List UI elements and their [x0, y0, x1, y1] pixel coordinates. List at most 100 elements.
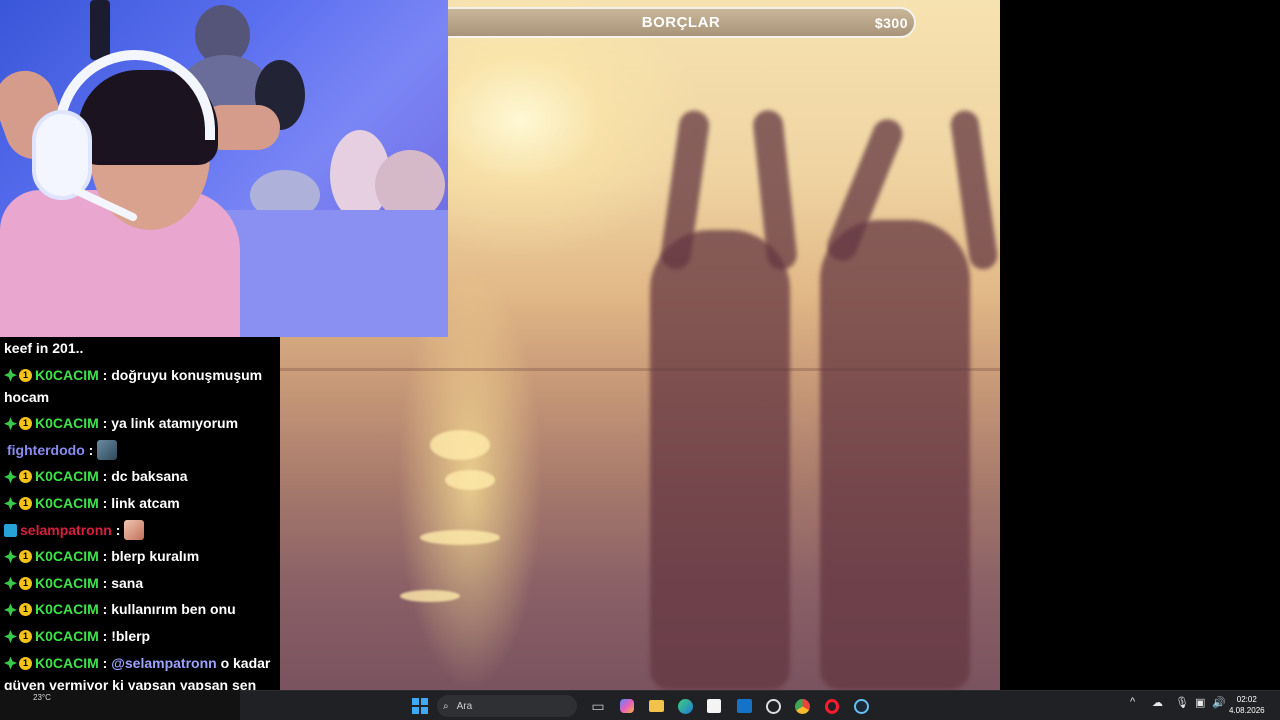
chat-message-text: : sana [98, 574, 144, 591]
search-placeholder: Ara [456, 700, 473, 712]
badges: 1 [4, 368, 32, 382]
badges: 1 [4, 576, 32, 590]
chat-username[interactable]: K0CACIM [35, 655, 99, 671]
chat-message: selampatronn : [4, 519, 276, 541]
sun-reflection [400, 590, 460, 602]
taskbar: ⌕ Ara ▭ ^ ☁ 🎙 ▣ 🔊 02:02 4.08.2026 [240, 690, 1280, 720]
chat-message-text: : blerp kuralım [98, 548, 200, 565]
badges: 1 [4, 470, 32, 484]
coin-badge-icon: 1 [19, 368, 32, 382]
microphone-icon[interactable]: 🎙 [1175, 696, 1189, 709]
webcam-feed [0, 0, 448, 337]
file-explorer-icon[interactable] [646, 696, 666, 716]
emote-image [97, 439, 118, 460]
chat-username[interactable]: K0CACIM [35, 495, 99, 511]
chat-message: 1 K0CACIM : sana [4, 572, 276, 594]
chat-username[interactable]: K0CACIM [35, 468, 99, 484]
taskbar-clock[interactable]: 02:02 4.08.2026 [1229, 694, 1265, 716]
chat-username[interactable]: K0CACIM [35, 367, 99, 383]
volume-icon[interactable]: 🔊 [1212, 696, 1226, 709]
chat-username[interactable]: fighterdodo [7, 442, 85, 458]
chat-username[interactable]: selampatronn [20, 522, 112, 538]
chat-message-text: : [98, 654, 112, 671]
chat-message-text: : [84, 441, 94, 458]
taskbar-search[interactable]: ⌕ Ara [437, 695, 577, 717]
badges: 1 [4, 496, 32, 510]
debt-bar: BORÇLAR $300 [448, 7, 916, 38]
edge-browser-icon[interactable] [675, 696, 695, 716]
badges: 1 [4, 550, 32, 564]
badges: 1 [4, 629, 32, 643]
debt-label: BORÇLAR [641, 14, 721, 31]
chat-message-text: : kullanırım ben onu [98, 601, 236, 618]
diamond-badge-icon [4, 470, 17, 484]
obs-icon[interactable] [763, 696, 783, 716]
coin-badge-icon: 1 [19, 417, 32, 431]
chat-message: keef in 201.. [4, 337, 276, 359]
coin-badge-icon: 1 [19, 656, 32, 670]
sword-badge-icon [4, 523, 17, 537]
diamond-badge-icon [4, 603, 17, 617]
coin-badge-icon: 1 [19, 629, 32, 643]
clock-date: 4.08.2026 [1229, 706, 1265, 715]
windows-start-icon[interactable] [410, 696, 430, 716]
weather-widget[interactable]: 23°C [0, 690, 240, 720]
chat-message: 1 K0CACIM : ya link atamıyorum [4, 412, 276, 434]
diamond-badge-icon [4, 576, 17, 590]
chat-message: 1 K0CACIM : doğruyu konuşmuşum hocam [4, 364, 276, 408]
coin-badge-icon: 1 [19, 470, 32, 484]
chat-message-text: : dc baksana [98, 468, 188, 485]
coin-badge-icon: 1 [19, 576, 32, 590]
coin-badge-icon: 1 [19, 550, 32, 564]
chat-message-text: : ya link atamıyorum [98, 415, 239, 432]
headset-earcup [32, 110, 92, 200]
chat-username[interactable]: K0CACIM [35, 601, 99, 617]
badges: 1 [4, 417, 32, 431]
diamond-badge-icon [4, 496, 17, 510]
weather-temp: 23°C [33, 693, 51, 702]
emote-image [124, 519, 145, 540]
diamond-badge-icon [4, 656, 17, 670]
chat-username[interactable]: K0CACIM [35, 575, 99, 591]
debt-amount: $300 [874, 15, 908, 31]
onedrive-icon[interactable]: ☁ [1152, 696, 1163, 709]
chat-username[interactable]: K0CACIM [35, 548, 99, 564]
person-silhouette-right [820, 220, 970, 690]
diamond-badge-icon [4, 368, 17, 382]
chat-username[interactable]: K0CACIM [35, 628, 99, 644]
badges: 1 [4, 603, 32, 617]
outlook-icon[interactable] [734, 696, 754, 716]
chat-panel: keef in 201.. 1 K0CACIM : doğruyu konuşmu… [0, 337, 280, 720]
guitar-neck [90, 0, 110, 60]
chat-message: 1 K0CACIM : dc baksana [4, 465, 276, 487]
chrome-icon[interactable] [792, 696, 812, 716]
clock-time: 02:02 [1236, 695, 1257, 704]
chat-username[interactable]: K0CACIM [35, 415, 99, 431]
sun-reflection [445, 470, 495, 490]
chat-message-text: : link atcam [98, 494, 180, 511]
badges: 1 [4, 656, 32, 670]
copilot-icon[interactable] [617, 696, 637, 716]
task-view-icon[interactable]: ▭ [588, 696, 608, 716]
tray-overflow-chevron-icon[interactable]: ^ [1130, 696, 1135, 708]
chat-message-text: : !blerp [98, 627, 151, 644]
store-icon[interactable] [704, 696, 724, 716]
coin-badge-icon: 1 [19, 603, 32, 617]
person-silhouette-left [650, 230, 790, 690]
sun-reflection [420, 530, 500, 545]
chat-message-text: keef in 201.. [4, 340, 84, 356]
chat-message: 1 K0CACIM : blerp kuralım [4, 545, 276, 567]
chat-message: fighterdodo : [4, 439, 276, 461]
search-icon: ⌕ [443, 700, 449, 712]
opera-icon[interactable] [822, 696, 842, 716]
chat-message-text: : [111, 521, 121, 538]
steam-icon[interactable] [851, 696, 871, 716]
chat-mention[interactable]: @selampatronn [111, 655, 216, 671]
coin-badge-icon: 1 [19, 496, 32, 510]
display-icon[interactable]: ▣ [1195, 696, 1205, 709]
chat-message: 1 K0CACIM : link atcam [4, 492, 276, 514]
diamond-badge-icon [4, 550, 17, 564]
diamond-badge-icon [4, 629, 17, 643]
diamond-badge-icon [4, 417, 17, 431]
sun-reflection [430, 430, 490, 460]
